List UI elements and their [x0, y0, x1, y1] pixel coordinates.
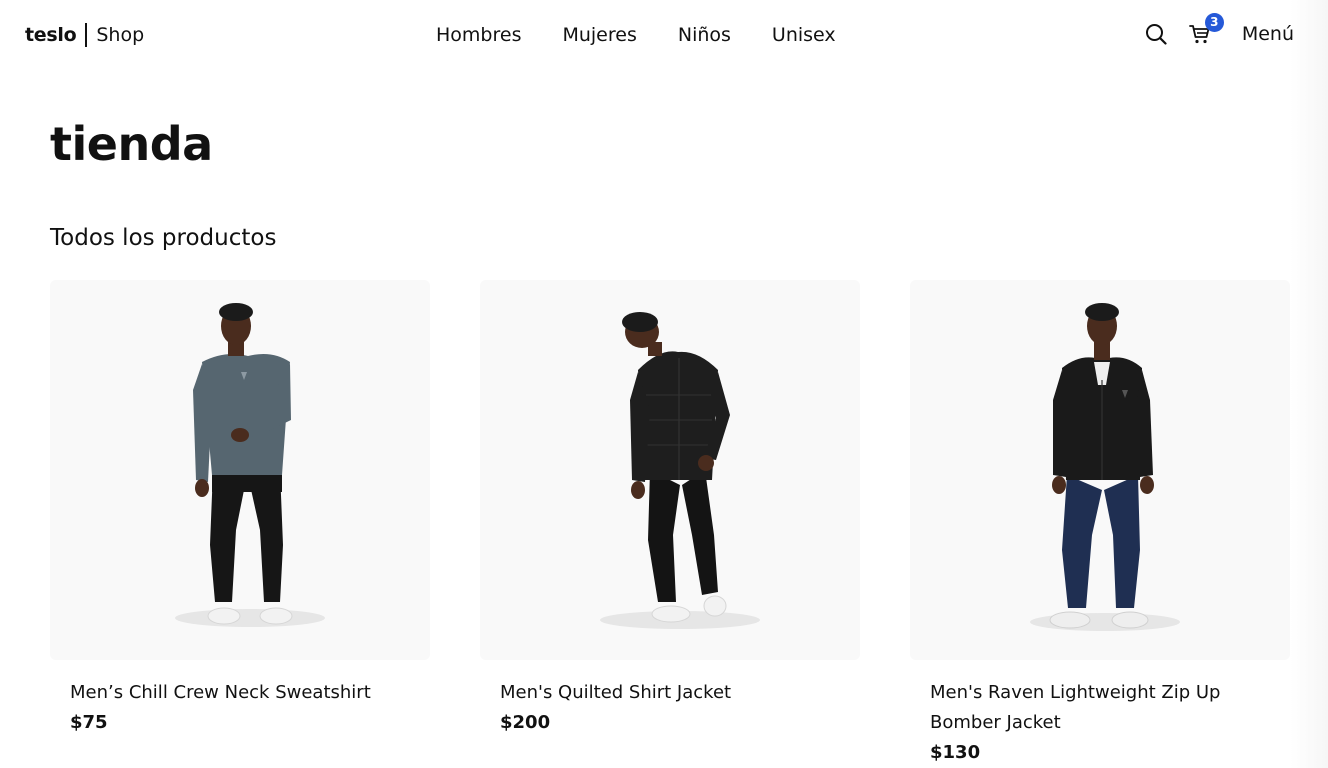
product-grid: Men’s Chill Crew Neck Sweatshirt $75 Men…	[50, 280, 1290, 768]
page-title: tienda	[50, 117, 213, 171]
brand-suffix: Shop	[96, 24, 145, 46]
page: teslo Shop Hombres Mujeres Niños Unisex	[0, 0, 1328, 768]
search-icon	[1145, 24, 1167, 45]
product-price: $130	[930, 742, 981, 763]
product-image[interactable]	[910, 280, 1290, 660]
nav-link-unisex[interactable]: Unisex	[772, 22, 836, 48]
product-card[interactable]: Men’s Chill Crew Neck Sweatshirt $75	[50, 280, 430, 768]
product-title[interactable]: Men’s Chill Crew Neck Sweatshirt	[70, 678, 400, 708]
header-actions: 3 Menú	[1144, 13, 1294, 48]
product-price: $200	[500, 712, 551, 733]
product-title[interactable]: Men's Raven Lightweight Zip Up Bomber Ja…	[930, 678, 1260, 738]
top-navbar: teslo Shop Hombres Mujeres Niños Unisex	[0, 0, 1328, 70]
cart-button[interactable]: 3	[1188, 13, 1224, 48]
product-price: $75	[70, 712, 108, 733]
product-title[interactable]: Men's Quilted Shirt Jacket	[500, 678, 830, 708]
cart-count-badge: 3	[1204, 13, 1224, 32]
brand-logo-link[interactable]: teslo Shop	[25, 22, 144, 48]
product-card[interactable]: Men's Raven Lightweight Zip Up Bomber Ja…	[910, 280, 1290, 768]
menu-button[interactable]: Menú	[1242, 20, 1294, 48]
section-subtitle: Todos los productos	[50, 225, 277, 251]
product-image[interactable]	[480, 280, 860, 660]
nav-link-mujeres[interactable]: Mujeres	[562, 22, 636, 48]
category-nav: Hombres Mujeres Niños Unisex	[436, 22, 836, 48]
brand-name: teslo	[25, 24, 77, 46]
nav-link-hombres[interactable]: Hombres	[436, 22, 521, 48]
product-image[interactable]	[50, 280, 430, 660]
product-card[interactable]: Men's Quilted Shirt Jacket $200	[480, 280, 860, 768]
search-button[interactable]	[1144, 20, 1168, 48]
brand-divider	[85, 23, 88, 47]
nav-link-ninos[interactable]: Niños	[678, 22, 731, 48]
